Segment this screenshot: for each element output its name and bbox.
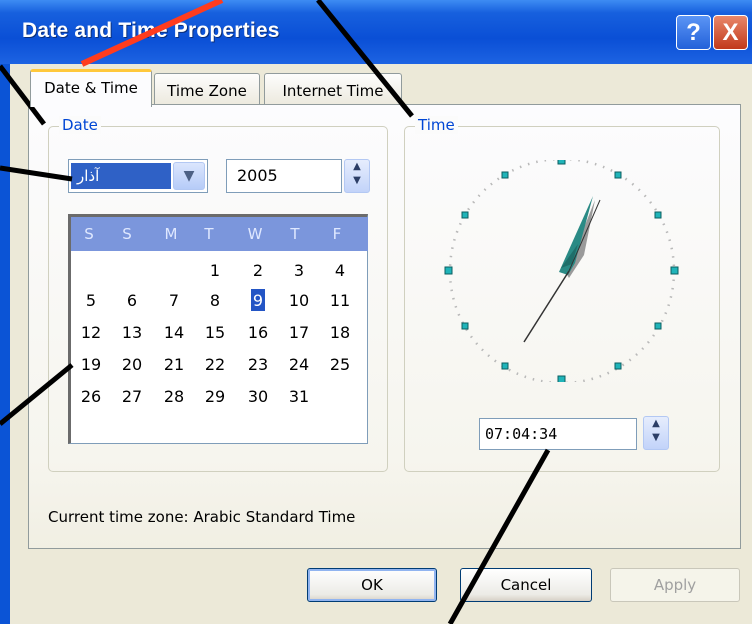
date-time-properties-window: Date and Time Properties ? X Date & Time… bbox=[0, 0, 752, 624]
window-border bbox=[0, 64, 10, 624]
chevron-down-icon[interactable]: ▼ bbox=[173, 162, 205, 190]
calendar-day-selected[interactable]: 9 bbox=[240, 290, 276, 312]
calendar-day[interactable]: 30 bbox=[240, 386, 276, 408]
day-of-week-label: T bbox=[290, 225, 300, 243]
month-value: آذار bbox=[71, 163, 171, 189]
time-field[interactable]: 07:04:34 bbox=[479, 418, 637, 450]
calendar-day[interactable]: 5 bbox=[73, 290, 109, 312]
window-title: Date and Time Properties bbox=[22, 19, 280, 42]
calendar-day[interactable]: 1 bbox=[197, 260, 233, 282]
calendar-day[interactable]: 12 bbox=[73, 322, 109, 344]
apply-button[interactable]: Apply bbox=[610, 568, 740, 602]
calendar-day[interactable]: 19 bbox=[73, 354, 109, 376]
calendar-day[interactable]: 27 bbox=[114, 386, 150, 408]
calendar-day[interactable]: 2 bbox=[240, 260, 276, 282]
calendar-day[interactable]: 6 bbox=[114, 290, 150, 312]
calendar-day[interactable]: 16 bbox=[240, 322, 276, 344]
close-button[interactable]: X bbox=[713, 15, 748, 50]
calendar-day[interactable]: 24 bbox=[281, 354, 317, 376]
month-calendar[interactable]: S S M T W T F 1 2 3 4 5 6 7 8 9 10 11 12… bbox=[68, 214, 368, 444]
calendar-day[interactable]: 10 bbox=[281, 290, 317, 312]
calendar-day[interactable]: 8 bbox=[197, 290, 233, 312]
calendar-day[interactable]: 7 bbox=[156, 290, 192, 312]
help-button[interactable]: ? bbox=[676, 15, 711, 50]
month-dropdown[interactable]: آذار ▼ bbox=[68, 159, 208, 193]
calendar-day[interactable]: 13 bbox=[114, 322, 150, 344]
calendar-day[interactable]: 15 bbox=[197, 322, 233, 344]
year-field[interactable]: 2005 bbox=[226, 159, 342, 193]
calendar-header: S S M T W T F bbox=[71, 217, 368, 251]
ok-button[interactable]: OK bbox=[307, 568, 437, 602]
time-spinner[interactable]: ▲ ▼ bbox=[643, 416, 669, 450]
calendar-day[interactable]: 23 bbox=[240, 354, 276, 376]
day-of-week-label: W bbox=[247, 225, 263, 243]
calendar-day[interactable]: 14 bbox=[156, 322, 192, 344]
day-of-week-label: S bbox=[84, 225, 94, 243]
calendar-day[interactable]: 28 bbox=[156, 386, 192, 408]
calendar-day[interactable]: 21 bbox=[156, 354, 192, 376]
calendar-day[interactable]: 22 bbox=[197, 354, 233, 376]
calendar-day[interactable]: 17 bbox=[281, 322, 317, 344]
calendar-day[interactable]: 20 bbox=[114, 354, 150, 376]
day-of-week-label: F bbox=[332, 225, 342, 243]
date-group-label: Date bbox=[59, 116, 101, 134]
time-group-label: Time bbox=[415, 116, 458, 134]
tab-internet-time[interactable]: Internet Time bbox=[264, 73, 402, 107]
tab-time-zone[interactable]: Time Zone bbox=[154, 73, 260, 107]
current-time-zone-label: Current time zone: Arabic Standard Time bbox=[48, 508, 356, 526]
calendar-day[interactable]: 29 bbox=[197, 386, 233, 408]
cancel-button[interactable]: Cancel bbox=[460, 568, 592, 602]
calendar-day[interactable]: 26 bbox=[73, 386, 109, 408]
calendar-day[interactable]: 25 bbox=[322, 354, 358, 376]
day-of-week-label: S bbox=[122, 225, 132, 243]
calendar-day[interactable]: 11 bbox=[322, 290, 358, 312]
tab-date-time[interactable]: Date & Time bbox=[30, 69, 152, 107]
calendar-day[interactable]: 4 bbox=[322, 260, 358, 282]
day-of-week-label: T bbox=[204, 225, 214, 243]
analog-clock bbox=[444, 160, 679, 382]
clock-hands bbox=[523, 196, 601, 343]
calendar-day[interactable]: 31 bbox=[281, 386, 317, 408]
title-bar[interactable]: Date and Time Properties ? X bbox=[0, 0, 752, 64]
calendar-day[interactable]: 3 bbox=[281, 260, 317, 282]
day-of-week-label: M bbox=[164, 225, 178, 243]
calendar-day[interactable]: 18 bbox=[322, 322, 358, 344]
year-spinner[interactable]: ▲ ▼ bbox=[344, 159, 370, 193]
